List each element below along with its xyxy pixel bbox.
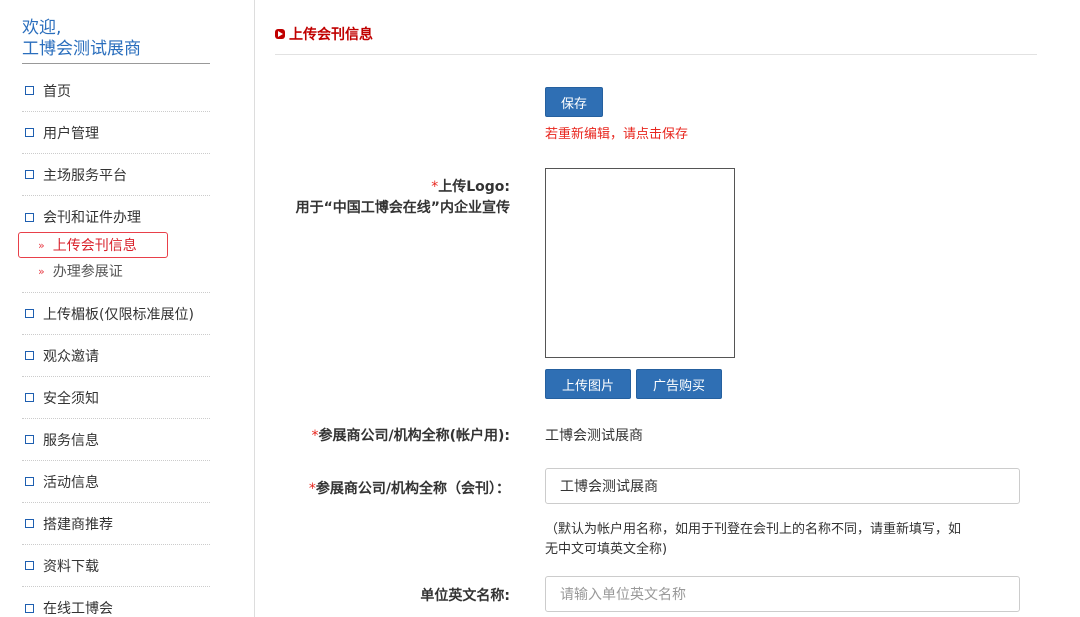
sidebar-item-label: 上传楣板(仅限标准展位) <box>43 306 194 323</box>
account-name-value: 工博会测试展商 <box>545 428 643 444</box>
square-bullet-icon <box>25 309 34 318</box>
sidebar-item-user-management[interactable]: 用户管理 <box>22 112 210 154</box>
logo-label-text: 上传Logo: <box>438 179 510 195</box>
chevron-right-icon: » <box>38 264 45 278</box>
sidebar-subitem-exhibitor-pass[interactable]: » 办理参展证 <box>22 258 210 284</box>
section-title: 上传会刊信息 <box>275 24 373 44</box>
catalog-name-hint: （默认为帐户用名称，如用于刊登在会刊上的名称不同，请重新填写，如 无中文可填英文… <box>545 520 1025 560</box>
sidebar-item-label: 搭建商推荐 <box>43 516 113 533</box>
square-bullet-icon <box>25 561 34 570</box>
sidebar-item-service-info[interactable]: 服务信息 <box>22 419 210 461</box>
section-divider <box>275 54 1037 55</box>
sidebar-item-visitor-invitation[interactable]: 观众邀请 <box>22 335 210 377</box>
sidebar-item-contractor-recommend[interactable]: 搭建商推荐 <box>22 503 210 545</box>
sidebar-item-home[interactable]: 首页 <box>22 70 210 112</box>
square-bullet-icon <box>25 86 34 95</box>
square-bullet-icon <box>25 477 34 486</box>
catalog-name-hint-line2: 无中文可填英文全称) <box>545 542 668 557</box>
section-title-text: 上传会刊信息 <box>289 27 373 43</box>
sidebar-item-label: 观众邀请 <box>43 348 99 365</box>
logo-label: *上传Logo: <box>270 176 510 196</box>
square-bullet-icon <box>25 128 34 137</box>
square-bullet-icon <box>25 351 34 360</box>
sidebar-item-downloads[interactable]: 资料下载 <box>22 545 210 587</box>
sidebar-item-label: 安全须知 <box>43 390 99 407</box>
english-name-input[interactable]: 请输入单位英文名称 <box>545 576 1020 612</box>
sidebar-item-event-info[interactable]: 活动信息 <box>22 461 210 503</box>
account-name-label: *参展商公司/机构全称(帐户用): <box>250 425 510 445</box>
sidebar: 欢迎, 工博会测试展商 首页 用户管理 主场服务平台 会刊和证件办理 » 上传会… <box>0 0 255 617</box>
sidebar-item-label: 主场服务平台 <box>43 167 127 184</box>
logo-label-sub: 用于“中国工博会在线”内企业宣传 <box>295 200 510 216</box>
sidebar-item-upload-fascia[interactable]: 上传楣板(仅限标准展位) <box>22 293 210 335</box>
welcome-greeting: 欢迎, <box>22 18 62 38</box>
welcome-text: 欢迎, 工博会测试展商 <box>22 18 210 60</box>
sidebar-item-label: 会刊和证件办理 <box>43 210 141 226</box>
play-bullet-icon <box>275 29 285 39</box>
square-bullet-icon <box>25 212 34 222</box>
square-bullet-icon <box>25 519 34 528</box>
sidebar-item-label: 活动信息 <box>43 474 99 491</box>
sidebar-nav: 首页 用户管理 主场服务平台 会刊和证件办理 » 上传会刊信息 » 办理参展证 <box>18 70 210 617</box>
required-marker: * <box>308 481 316 497</box>
welcome-divider <box>22 63 210 64</box>
sidebar-item-label: 首页 <box>43 83 71 100</box>
logo-preview <box>545 168 735 358</box>
welcome-username: 工博会测试展商 <box>22 39 141 59</box>
main-content: 上传会刊信息 保存 若重新编辑，请点击保存 * 上传Logo: 用于“中国工博会在… <box>275 0 1037 617</box>
catalog-name-label-text: 参展商公司/机构全称（会刊）： <box>315 481 510 497</box>
sidebar-item-label: 服务信息 <box>43 432 99 449</box>
sidebar-subitem-upload-catalog[interactable]: » 上传会刊信息 <box>18 232 168 258</box>
square-bullet-icon <box>25 435 34 444</box>
save-button[interactable]: 保存 <box>545 87 603 117</box>
sidebar-item-label: 用户管理 <box>43 125 99 142</box>
english-name-label: 单位英文名称: <box>420 588 510 604</box>
save-note: 若重新编辑，请点击保存 <box>545 127 689 142</box>
catalog-name-input[interactable]: 工博会测试展商 <box>545 468 1020 504</box>
sidebar-subitem-label: 办理参展证 <box>52 264 123 280</box>
sidebar-group-catalog: 会刊和证件办理 » 上传会刊信息 » 办理参展证 <box>18 196 210 293</box>
catalog-name-hint-line1: （默认为帐户用名称，如用于刊登在会刊上的名称不同，请重新填写，如 <box>545 522 962 537</box>
ad-purchase-button[interactable]: 广告购买 <box>636 369 722 399</box>
account-name-label-text: 参展商公司/机构全称(帐户用): <box>318 428 510 444</box>
sidebar-item-safety-notice[interactable]: 安全须知 <box>22 377 210 419</box>
square-bullet-icon <box>25 603 34 613</box>
square-bullet-icon <box>25 393 34 402</box>
sidebar-subitem-label: 上传会刊信息 <box>52 238 137 254</box>
square-bullet-icon <box>25 170 34 179</box>
sidebar-item-online-expo[interactable]: 在线工博会 <box>22 587 210 617</box>
upload-image-button[interactable]: 上传图片 <box>545 369 631 399</box>
sidebar-item-label: 资料下载 <box>43 558 99 575</box>
catalog-name-label: *参展商公司/机构全称（会刊）： <box>250 478 510 498</box>
sidebar-item-label: 在线工博会 <box>43 601 113 617</box>
chevron-right-icon: » <box>38 238 45 252</box>
sidebar-item-service-platform[interactable]: 主场服务平台 <box>22 154 210 196</box>
